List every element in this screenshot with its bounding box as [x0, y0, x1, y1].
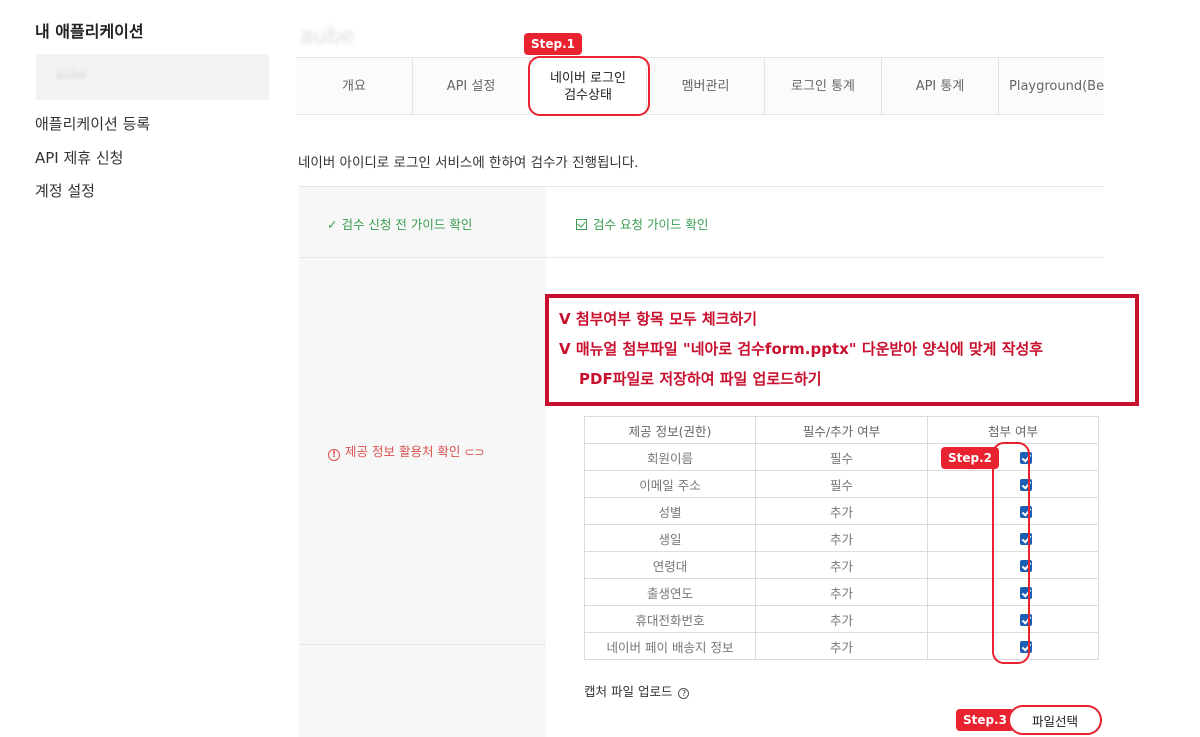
permission-type: 필수: [755, 470, 928, 498]
info-usage-link[interactable]: ! 제공 정보 활용처 확인 ⊂⊃: [328, 441, 485, 461]
info-usage-label: 제공 정보 활용처 확인: [345, 444, 461, 459]
sidebar-app-name: aube: [56, 68, 86, 82]
permission-name: 성별: [584, 497, 756, 525]
sidebar-item-api-partnership[interactable]: API 제휴 신청: [35, 147, 123, 168]
column-header: 제공 정보(권한): [584, 416, 756, 444]
tab-overview[interactable]: 개요: [296, 58, 413, 115]
divider: [299, 257, 546, 258]
tab-login-stats[interactable]: 로그인 통계: [765, 58, 882, 115]
capture-upload-label: 캡처 파일 업로드?: [584, 681, 690, 700]
tab-member-management[interactable]: 멤버관리: [647, 58, 765, 115]
permission-type: 필수: [755, 443, 928, 471]
alert-circle-icon: !: [328, 449, 340, 461]
permission-name: 출생연도: [584, 578, 756, 606]
divider: [299, 644, 546, 645]
help-icon[interactable]: ?: [678, 688, 690, 699]
guide-check-label: ✓ 검수 신청 전 가이드 확인: [327, 217, 473, 232]
permission-type: 추가: [755, 524, 928, 552]
permission-name: 휴대전화번호: [584, 605, 756, 633]
annotation-line-3: PDF파일로 저장하여 파일 업로드하기: [579, 370, 822, 388]
tab-api-stats[interactable]: API 통계: [882, 58, 999, 115]
step2-highlight: [992, 442, 1030, 664]
permission-name: 이메일 주소: [584, 470, 756, 498]
checkbox-icon: [576, 219, 587, 230]
table-header-row: 제공 정보(권한) 필수/추가 여부 첨부 여부: [584, 416, 1099, 444]
step1-highlight: [528, 56, 650, 116]
guide-request-link[interactable]: 검수 요청 가이드 확인: [576, 214, 708, 233]
tab-api-settings[interactable]: API 설정: [413, 58, 530, 115]
column-header: 필수/추가 여부: [755, 416, 928, 444]
step3-badge: Step.3: [956, 709, 1015, 731]
step2-badge: Step.2: [941, 447, 1000, 469]
permission-type: 추가: [755, 497, 928, 525]
instruction-annotation: V 첨부여부 항목 모두 체크하기 V 매뉴얼 첨부파일 "네아로 검수form…: [545, 294, 1139, 406]
step1-badge: Step.1: [524, 33, 583, 55]
annotation-line-1: V 첨부여부 항목 모두 체크하기: [559, 310, 758, 328]
sidebar-app-item[interactable]: aube: [36, 54, 269, 100]
guide-request-label: 검수 요청 가이드 확인: [593, 217, 709, 232]
permission-type: 추가: [755, 632, 928, 660]
file-select-button[interactable]: 파일선택: [1008, 705, 1102, 735]
permission-name: 네이버 페이 배송지 정보: [584, 632, 756, 660]
review-label-column: [299, 187, 546, 737]
review-description: 네이버 아이디로 로그인 서비스에 한하여 검수가 진행됩니다.: [298, 155, 639, 171]
permission-name: 생일: [584, 524, 756, 552]
permission-type: 추가: [755, 551, 928, 579]
sidebar-item-account-settings[interactable]: 계정 설정: [35, 180, 95, 201]
sidebar-item-app-register[interactable]: 애플리케이션 등록: [35, 113, 150, 134]
tab-playground[interactable]: Playground(Be: [999, 58, 1104, 115]
permission-name: 연령대: [584, 551, 756, 579]
link-icon: ⊂⊃: [464, 445, 485, 459]
column-header: 첨부 여부: [927, 416, 1099, 444]
permission-type: 추가: [755, 578, 928, 606]
divider: [546, 257, 1104, 258]
page-title: aube: [300, 24, 355, 49]
sidebar-title: 내 애플리케이션: [35, 22, 144, 41]
tab-bar: 개요 API 설정 네이버 로그인 검수상태 멤버관리 로그인 통계 API 통…: [296, 57, 1104, 115]
sidebar: 내 애플리케이션 aube 애플리케이션 등록 API 제휴 신청 계정 설정: [0, 0, 280, 737]
permission-type: 추가: [755, 605, 928, 633]
annotation-line-2: V 매뉴얼 첨부파일 "네아로 검수form.pptx" 다운받아 양식에 맞게…: [559, 340, 1044, 358]
upload-label-text: 캡처 파일 업로드: [584, 684, 673, 699]
permission-name: 회원이름: [584, 443, 756, 471]
